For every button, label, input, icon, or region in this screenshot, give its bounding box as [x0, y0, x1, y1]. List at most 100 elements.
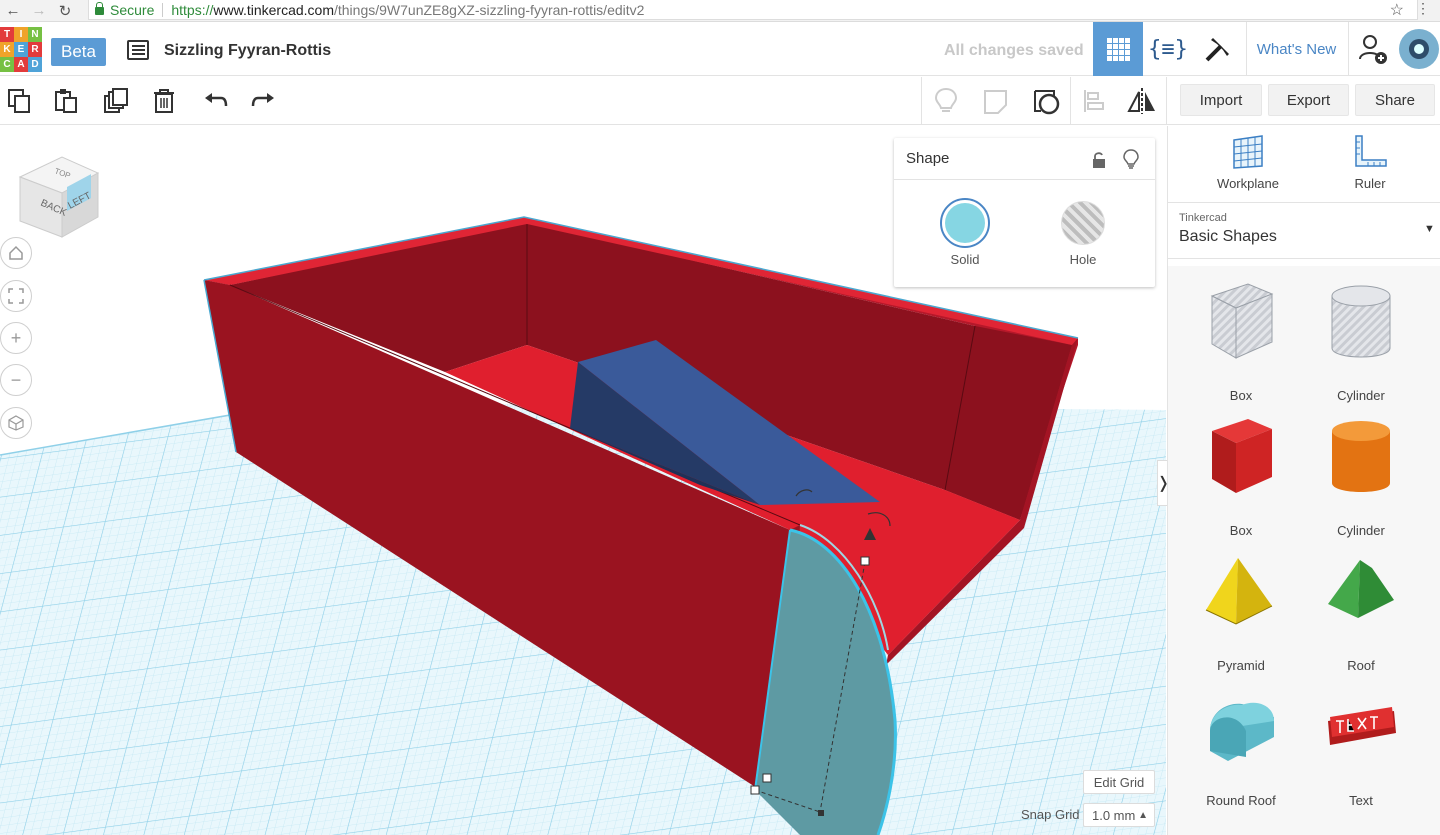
- caret-up-icon: ▲: [1138, 809, 1148, 821]
- library-select[interactable]: Basic Shapes: [1179, 228, 1277, 246]
- user-avatar[interactable]: [1398, 22, 1440, 76]
- bookmark-star-icon[interactable]: ☆: [1390, 0, 1404, 20]
- zoom-out-button[interactable]: −: [0, 364, 32, 396]
- solid-swatch: [945, 203, 985, 243]
- shape-roof[interactable]: Roof: [1306, 546, 1416, 676]
- cylinder-hole-icon: [1331, 285, 1391, 358]
- redo-icon[interactable]: [247, 85, 279, 117]
- duplicate-icon[interactable]: [100, 85, 132, 117]
- shape-cylinder-hole[interactable]: Cylinder: [1306, 276, 1416, 406]
- resize-handle[interactable]: [818, 810, 824, 816]
- round-roof-icon: [1210, 702, 1274, 761]
- resize-handle[interactable]: [762, 773, 772, 783]
- text-icon: [1328, 707, 1396, 745]
- view-cube[interactable]: BACK LEFT TOP: [18, 155, 100, 239]
- group-shapes-icon[interactable]: [1030, 85, 1062, 117]
- resize-handle[interactable]: [860, 556, 870, 566]
- fit-icon: [8, 288, 24, 304]
- paste-icon[interactable]: [50, 85, 82, 117]
- shape-box[interactable]: Box: [1186, 411, 1296, 541]
- solid-option[interactable]: [940, 198, 990, 248]
- toolbar-divider: [1166, 77, 1167, 125]
- back-icon[interactable]: ←: [0, 2, 26, 19]
- snap-grid-value: 1.0 mm: [1092, 807, 1136, 823]
- roof-icon: [1328, 560, 1394, 618]
- edit-grid-button[interactable]: Edit Grid: [1083, 770, 1155, 794]
- ruler-tool[interactable]: Ruler: [1315, 134, 1425, 204]
- library-source: Tinkercad: [1179, 212, 1227, 224]
- logo-letter: I: [14, 27, 28, 42]
- box-hole-icon: [1210, 283, 1274, 359]
- toolbar-divider: [921, 77, 922, 125]
- codeblocks-button[interactable]: {≡}: [1143, 22, 1193, 76]
- comment-shape-icon[interactable]: [980, 85, 1012, 117]
- shape-label: Cylinder: [1337, 388, 1385, 403]
- perspective-button[interactable]: [0, 407, 32, 439]
- snap-grid-select[interactable]: 1.0 mm ▲: [1083, 803, 1155, 827]
- logo-letter: C: [0, 57, 14, 72]
- shape-round-roof[interactable]: Round Roof: [1186, 681, 1296, 811]
- workplane-tool[interactable]: Workplane: [1193, 134, 1303, 204]
- zoom-in-button[interactable]: +: [0, 322, 32, 354]
- app-header: T I N K E R C A D Beta Sizzling Fyyran-R…: [0, 22, 1440, 76]
- url-path: /things/9W7unZE8gXZ-sizzling-fyyran-rott…: [333, 1, 645, 18]
- ruler-icon: [1355, 135, 1387, 167]
- box-red-icon: [1212, 419, 1272, 493]
- lightbulb-icon[interactable]: [1123, 149, 1139, 169]
- shape-library-grid: Box Cylinder Box Cylinder Pyramid Roof R…: [1168, 266, 1440, 835]
- home-icon: [9, 245, 23, 260]
- home-view-button[interactable]: [0, 237, 32, 269]
- ruler-label: Ruler: [1354, 176, 1386, 191]
- shape-panel-title: Shape: [906, 150, 950, 167]
- pyramid-icon: [1205, 558, 1273, 625]
- shape-label: Text: [1349, 793, 1373, 808]
- edit-toolbar: Import Export Share: [0, 77, 1440, 125]
- align-icon[interactable]: [1078, 85, 1110, 117]
- shape-inspector: Shape Solid Hole: [894, 138, 1155, 287]
- reload-icon[interactable]: ↻: [52, 2, 78, 20]
- logo-letter: D: [28, 57, 42, 72]
- forward-icon[interactable]: →: [26, 2, 52, 19]
- shape-pyramid[interactable]: Pyramid: [1186, 546, 1296, 676]
- unlock-icon[interactable]: [1092, 151, 1106, 169]
- import-button[interactable]: Import: [1180, 84, 1262, 116]
- hole-option[interactable]: [1058, 198, 1108, 248]
- copy-icon[interactable]: [4, 85, 36, 117]
- undo-icon[interactable]: [200, 85, 232, 117]
- 3d-view-button[interactable]: [1093, 22, 1143, 76]
- delete-icon[interactable]: [148, 85, 180, 117]
- save-status: All changes saved: [944, 42, 1084, 59]
- whats-new-link[interactable]: What's New: [1246, 22, 1346, 76]
- caret-down-icon[interactable]: ▼: [1424, 223, 1435, 235]
- tinkercad-logo[interactable]: T I N K E R C A D: [0, 27, 42, 73]
- export-button[interactable]: Export: [1268, 84, 1349, 116]
- design-list-icon[interactable]: [127, 40, 149, 60]
- fit-view-button[interactable]: [0, 280, 32, 312]
- shape-label: Cylinder: [1337, 523, 1385, 538]
- logo-letter: K: [0, 42, 14, 57]
- minecraft-pickaxe-button[interactable]: [1193, 22, 1243, 76]
- shape-label: Box: [1229, 388, 1253, 403]
- notes-bulb-icon[interactable]: [930, 85, 962, 117]
- plus-icon: +: [10, 327, 22, 348]
- panel-divider: [1168, 202, 1440, 203]
- snap-grid-label: Snap Grid: [1021, 807, 1080, 822]
- share-button[interactable]: Share: [1355, 84, 1435, 116]
- grid-icon: [1106, 37, 1130, 61]
- panel-divider: [1168, 258, 1440, 259]
- browser-menu-icon[interactable]: ⋮: [1416, 0, 1430, 17]
- resize-handle[interactable]: [750, 785, 760, 795]
- shape-text[interactable]: Text: [1306, 681, 1416, 811]
- mirror-icon[interactable]: [1126, 85, 1158, 117]
- shape-label: Roof: [1347, 658, 1375, 673]
- invite-user-button[interactable]: [1348, 22, 1396, 76]
- address-bar[interactable]: Secure https:// www.tinkercad.com /thing…: [88, 0, 1418, 20]
- cylinder-orange-icon: [1332, 421, 1390, 492]
- design-title[interactable]: Sizzling Fyyran-Rottis: [164, 42, 331, 60]
- beta-badge[interactable]: Beta: [51, 38, 106, 66]
- shape-box-hole[interactable]: Box: [1186, 276, 1296, 406]
- shape-label: Round Roof: [1206, 793, 1276, 808]
- secure-label: Secure: [110, 1, 155, 18]
- shape-cylinder[interactable]: Cylinder: [1306, 411, 1416, 541]
- hole-swatch: [1061, 201, 1105, 245]
